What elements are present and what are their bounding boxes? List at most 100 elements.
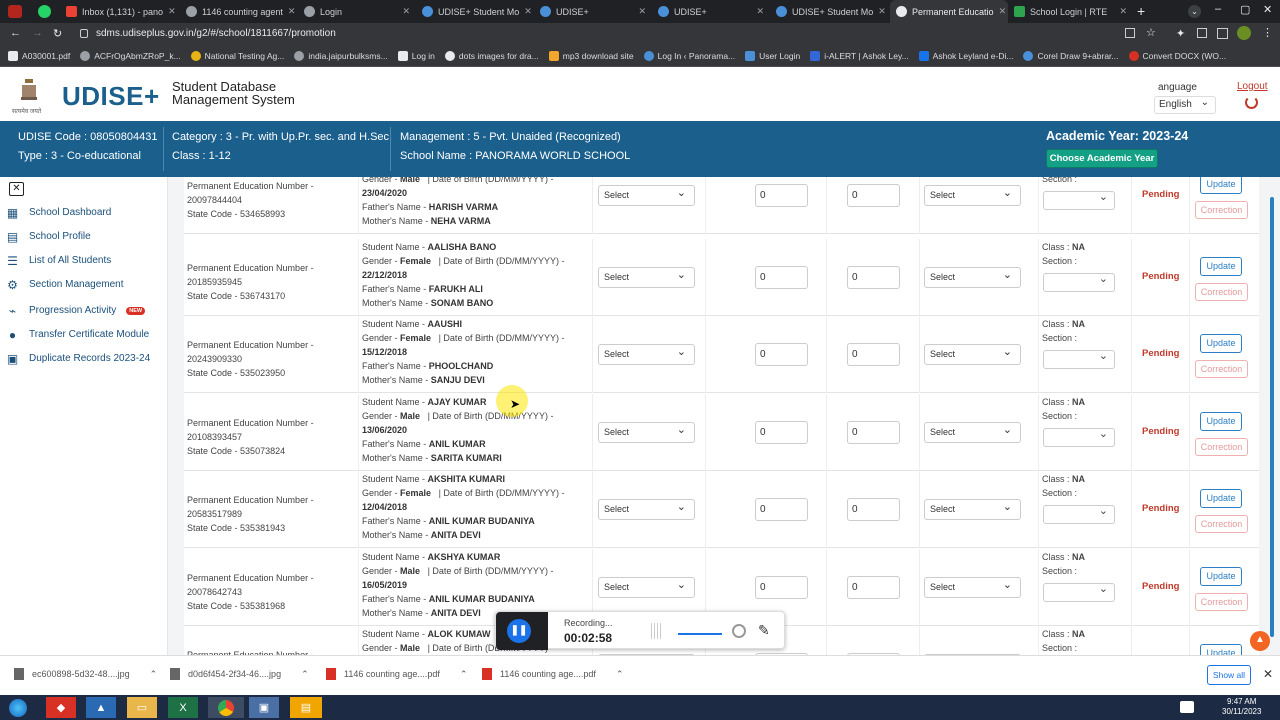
section-select[interactable]: [1043, 504, 1115, 524]
bookmark-item[interactable]: mp3 download site: [548, 50, 634, 61]
volume-slider[interactable]: [678, 633, 722, 635]
update-button[interactable]: Update: [1200, 567, 1242, 586]
correction-button[interactable]: Correction: [1195, 515, 1248, 533]
bookmark-star-icon[interactable]: ☆: [1146, 26, 1156, 39]
close-icon[interactable]: ✕: [288, 6, 296, 17]
sidebar-item-list-of-all-students[interactable]: ☰ List of All Students: [6, 254, 111, 268]
bookmark-item[interactable]: dots images for dra...: [444, 50, 539, 61]
show-all-button[interactable]: Show all: [1207, 665, 1251, 685]
tab-inbox[interactable]: Inbox (1,131) - pano ✕: [60, 0, 178, 23]
choose-academic-year-button[interactable]: Choose Academic Year: [1046, 149, 1158, 168]
app-taskbar-icon[interactable]: ▤: [290, 697, 322, 718]
tab-udise-student[interactable]: UDISE+ Student Mo ✕: [416, 0, 534, 23]
section-select[interactable]: [1043, 349, 1115, 369]
attendance-input[interactable]: 0: [847, 421, 900, 444]
sidebar-item-section-management[interactable]: ⚙ Section Management: [6, 278, 123, 292]
system-clock[interactable]: 9:47 AM 30/11/2023: [1222, 697, 1261, 717]
bookmark-item[interactable]: National Testing Ag...: [190, 50, 284, 61]
tab-school-login-rte[interactable]: School Login | RTE ✕: [1008, 0, 1133, 23]
section-select[interactable]: [1043, 582, 1115, 602]
progression-status-select[interactable]: Select: [598, 499, 695, 520]
close-icon[interactable]: ✕: [756, 6, 764, 17]
app-taskbar-icon[interactable]: ▲: [86, 697, 116, 718]
share-icon[interactable]: [1125, 28, 1135, 38]
marks-input[interactable]: 0: [755, 266, 808, 289]
pause-icon[interactable]: ❚❚: [507, 619, 531, 643]
reload-icon[interactable]: ↻: [53, 27, 62, 40]
schooling-status-select[interactable]: Select: [924, 344, 1021, 365]
correction-button[interactable]: Correction: [1195, 360, 1248, 378]
bookmark-item[interactable]: ACFrOgAbmZRoP_k...: [80, 50, 181, 61]
pen-icon[interactable]: ✎: [758, 622, 770, 639]
anydesk-taskbar-icon[interactable]: ◆: [46, 697, 76, 718]
section-select[interactable]: [1043, 272, 1115, 292]
minimize-icon[interactable]: –: [1215, 3, 1221, 15]
bookmark-item[interactable]: india.jaipurbulksms...: [294, 50, 388, 61]
tab-search-icon[interactable]: ⌄: [1188, 5, 1201, 18]
section-select[interactable]: [1043, 427, 1115, 447]
site-info-icon[interactable]: [80, 29, 88, 38]
attendance-input[interactable]: 0: [847, 343, 900, 366]
update-button[interactable]: Update: [1200, 644, 1242, 655]
scroll-top-icon[interactable]: ▲: [1250, 631, 1270, 651]
webcam-icon[interactable]: [732, 624, 746, 638]
close-icon[interactable]: ✕: [638, 6, 646, 17]
tab-udise-student-2[interactable]: UDISE+ Student Mo ✕: [770, 0, 888, 23]
download-item[interactable]: d0d6f454-2f34-46....jpg ⌃: [170, 668, 309, 680]
tab-permanent-education[interactable]: Permanent Educatio ✕: [890, 0, 1008, 23]
marks-input[interactable]: 0: [755, 184, 808, 207]
power-icon[interactable]: [1245, 96, 1258, 109]
tab-counting-agent[interactable]: 1146 counting agent ✕: [180, 0, 298, 23]
file-explorer-taskbar-icon[interactable]: ▭: [127, 697, 157, 718]
close-downloads-icon[interactable]: ✕: [1263, 667, 1273, 681]
attendance-input[interactable]: 0: [847, 576, 900, 599]
bookmark-item[interactable]: Corel Draw 9+abrar...: [1023, 50, 1119, 61]
attendance-input[interactable]: 0: [847, 184, 900, 207]
bookmark-item[interactable]: A030001.pdf: [8, 50, 70, 61]
maximize-icon[interactable]: ▢: [1240, 3, 1250, 16]
close-icon[interactable]: ✕: [1119, 6, 1127, 17]
tab-manager-icon[interactable]: [1217, 28, 1228, 39]
correction-button[interactable]: Correction: [1195, 201, 1248, 219]
sidebar-item-duplicate-records[interactable]: ▣ Duplicate Records 2023-24: [6, 352, 150, 366]
section-select[interactable]: [1043, 190, 1115, 210]
close-icon[interactable]: ✕: [168, 6, 176, 17]
window-close-icon[interactable]: ✕: [1263, 3, 1272, 16]
whatsapp-tab-icon[interactable]: [38, 5, 51, 18]
marks-input[interactable]: 0: [755, 343, 808, 366]
bookmark-item[interactable]: Log In ‹ Panorama...: [643, 50, 735, 61]
browser-menu-icon[interactable]: [8, 5, 22, 18]
update-button[interactable]: Update: [1200, 177, 1242, 194]
excel-taskbar-icon[interactable]: X: [168, 697, 198, 718]
new-tab-icon[interactable]: +: [1137, 3, 1145, 19]
progression-status-select[interactable]: Select: [598, 267, 695, 288]
browser-menu-icon[interactable]: ⋮: [1262, 26, 1273, 39]
start-button[interactable]: [4, 697, 32, 718]
schooling-status-select[interactable]: Select: [924, 577, 1021, 598]
close-sidebar-icon[interactable]: ✕: [9, 182, 24, 196]
scrollbar-thumb[interactable]: [1270, 197, 1274, 637]
progression-status-select[interactable]: Select: [598, 344, 695, 365]
schooling-status-select[interactable]: Select: [924, 422, 1021, 443]
forward-icon[interactable]: →: [32, 27, 43, 39]
marks-input[interactable]: 0: [755, 421, 808, 444]
update-button[interactable]: Update: [1200, 489, 1242, 508]
logout-link[interactable]: Logout: [1237, 81, 1268, 92]
bookmark-item[interactable]: Ashok Leyland e-Di...: [918, 50, 1013, 61]
correction-button[interactable]: Correction: [1195, 438, 1248, 456]
sidebar-item-transfer-certificate[interactable]: ● Transfer Certificate Module: [6, 328, 149, 342]
attendance-input[interactable]: 0: [847, 498, 900, 521]
sidebar-item-progression-activity[interactable]: ⌁ Progression Activity NEW: [6, 304, 146, 318]
language-select[interactable]: English ⌄: [1154, 96, 1216, 114]
update-button[interactable]: Update: [1200, 412, 1242, 431]
download-item[interactable]: 1146 counting age....pdf ⌃: [326, 668, 467, 680]
marks-input[interactable]: 0: [755, 576, 808, 599]
update-button[interactable]: Update: [1200, 334, 1242, 353]
chrome-taskbar-icon[interactable]: [208, 697, 244, 718]
app-taskbar-icon[interactable]: ▣: [249, 697, 279, 718]
chevron-up-icon[interactable]: ⌃: [150, 669, 158, 680]
chevron-up-icon[interactable]: ⌃: [460, 669, 468, 680]
chevron-up-icon[interactable]: ⌃: [301, 669, 309, 680]
extensions-icon[interactable]: ✦: [1176, 27, 1185, 40]
tab-udise-1[interactable]: UDISE+ ✕: [534, 0, 652, 23]
